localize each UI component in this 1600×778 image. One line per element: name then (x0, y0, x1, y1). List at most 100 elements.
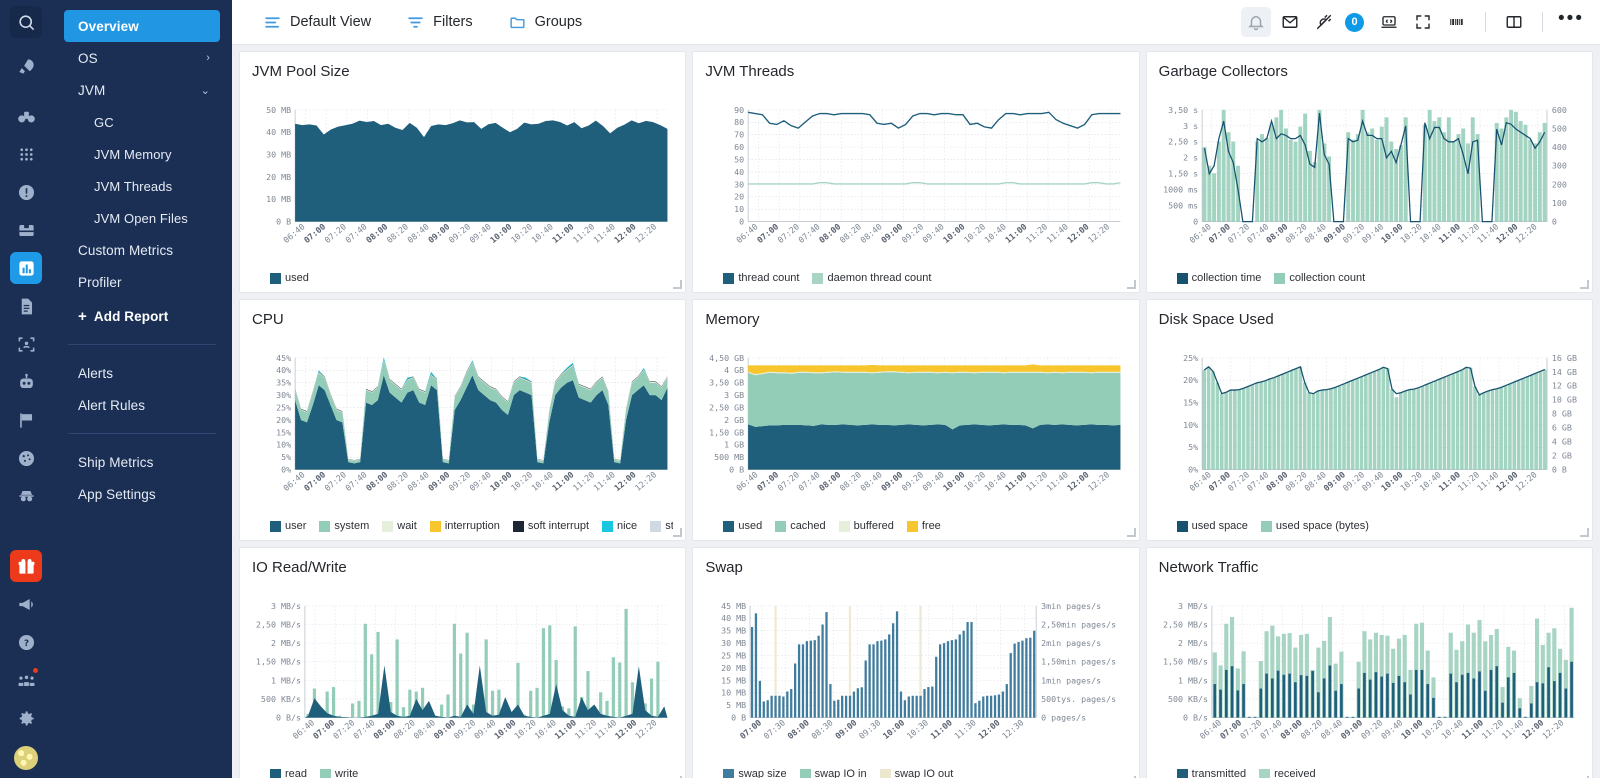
legend-item[interactable]: interruption (429, 520, 500, 532)
panel-resize-handle[interactable] (673, 280, 683, 289)
legend-item[interactable]: nice (602, 520, 637, 532)
legend-item[interactable]: swap IO out (879, 768, 953, 778)
bar-chart-icon[interactable] (10, 252, 42, 284)
barcode-icon[interactable] (1442, 7, 1472, 37)
legend-item[interactable]: wait (382, 520, 417, 532)
panel-disk-space-used[interactable]: Disk Space Used 0% 5% 10% 15% 20% 25% 0 B 2 GB 4 … (1145, 299, 1593, 541)
panel-resize-handle[interactable] (1126, 528, 1136, 537)
split-layout-icon[interactable] (1499, 7, 1529, 37)
legend-item[interactable]: cached (775, 520, 826, 532)
sidebar-item-custom-metrics[interactable]: Custom Metrics (64, 234, 220, 266)
legend-item[interactable]: used (723, 520, 762, 532)
panel-garbage-collectors[interactable]: Garbage Collectors 0 500 ms 1000 ms 1,50 s 2 … (1145, 51, 1593, 293)
legend-swatch (320, 768, 332, 778)
svg-text:12:00: 12:00 (1520, 717, 1546, 741)
legend-item[interactable]: used (270, 272, 309, 284)
binoculars-icon[interactable] (10, 100, 42, 132)
megaphone-icon[interactable] (10, 588, 42, 620)
default-view-button[interactable]: Default View (254, 10, 381, 35)
flag-icon[interactable] (10, 404, 42, 436)
chart-plot-area[interactable]: 0 B/s 500 KB/s 1 MB/s 1,50 MB/s 2 MB/s 2,50 M… (252, 580, 673, 767)
incognito-icon[interactable] (10, 480, 42, 512)
sidebar-item-os[interactable]: OS › (64, 42, 220, 74)
inbox-icon[interactable] (10, 214, 42, 246)
add-report-button[interactable]: + Add Report (64, 300, 220, 332)
panel-network-traffic[interactable]: Network Traffic 0 B/s 500 KB/s 1 MB/s 1,50 M… (1145, 547, 1593, 778)
sidebar-item-app-settings[interactable]: App Settings (64, 478, 220, 510)
legend-swatch (906, 520, 918, 532)
robot-icon[interactable] (10, 366, 42, 398)
legend-item[interactable]: user (270, 520, 306, 532)
legend-item[interactable]: swap IO in (799, 768, 867, 778)
search-icon[interactable] (10, 6, 42, 38)
document-icon[interactable] (10, 290, 42, 322)
chart-plot-area[interactable]: 0 B 5 MB 10 MB 15 MB 20 MB 25 MB 30 MB 35 MB 40 … (705, 580, 1126, 767)
notification-badge[interactable]: 0 (1345, 12, 1364, 32)
chart-plot-area[interactable]: 0 B/s 500 KB/s 1 MB/s 1,50 MB/s 2 MB/s 2,50 M… (1159, 580, 1580, 767)
chart-plot-area[interactable]: 0 10 20 30 40 50 60 70 80 90 06:40 07:00 07:20 07:40 0… (705, 84, 1126, 271)
face-scan-icon[interactable] (10, 328, 42, 360)
sidebar-item-jvm-memory[interactable]: JVM Memory (64, 138, 220, 170)
panel-swap[interactable]: Swap 0 B 5 MB 10 MB 15 MB 20 MB 25 MB 30 MB 35 M… (692, 547, 1140, 778)
legend-item[interactable]: system (319, 520, 369, 532)
legend-item[interactable]: free (906, 520, 941, 532)
panel-resize-handle[interactable] (1126, 280, 1136, 289)
panel-resize-handle[interactable] (1580, 280, 1589, 289)
panel-resize-handle[interactable] (673, 528, 683, 537)
panel-jvm-threads[interactable]: JVM Threads 0 10 20 30 40 50 60 70 80 90 06:40 07:00… (692, 51, 1140, 293)
sidebar-item-alerts[interactable]: Alerts (64, 357, 220, 389)
fullscreen-icon[interactable] (1408, 7, 1438, 37)
legend-item[interactable]: used space (1176, 520, 1248, 532)
globe-icon[interactable] (10, 442, 42, 474)
legend-swatch (879, 768, 891, 778)
gift-icon[interactable] (10, 550, 42, 582)
legend-item[interactable]: swap size (723, 768, 787, 778)
alert-circle-icon[interactable] (10, 176, 42, 208)
legend-item[interactable]: soft interrupt (512, 520, 589, 532)
panel-resize-handle[interactable] (1580, 528, 1589, 537)
plug-disconnected-icon[interactable] (1309, 7, 1339, 37)
legend-item[interactable]: write (320, 768, 358, 778)
chart-plot-area[interactable]: 0 B 10 MB 20 MB 30 MB 40 MB 50 MB 06:40 07:00 07… (252, 84, 673, 271)
groups-button[interactable]: Groups (499, 10, 593, 35)
sidebar-item-ship-metrics[interactable]: Ship Metrics (64, 446, 220, 478)
bell-icon[interactable] (1241, 7, 1271, 37)
settings-gear-icon[interactable] (10, 702, 42, 734)
svg-text:35 MB: 35 MB (721, 626, 746, 636)
rocket-icon[interactable] (10, 50, 42, 82)
laptop-code-icon[interactable] (1374, 7, 1404, 37)
sidebar-item-overview[interactable]: Overview (64, 10, 220, 42)
sidebar-item-alert-rules[interactable]: Alert Rules (64, 389, 220, 421)
chart-plot-area[interactable]: 0% 5% 10% 15% 20% 25% 30% 35% 40% 45% 06:40 07:00 07… (252, 332, 673, 519)
help-circle-icon[interactable]: ? (10, 626, 42, 658)
legend-item[interactable]: buffered (838, 520, 894, 532)
grid-apps-icon[interactable] (10, 138, 42, 170)
legend-item[interactable]: collection count (1274, 272, 1365, 284)
sidebar-item-profiler[interactable]: Profiler (64, 266, 220, 298)
filters-button[interactable]: Filters (397, 10, 482, 35)
more-options-button[interactable]: ••• (1556, 7, 1586, 37)
user-avatar[interactable] (14, 746, 38, 770)
panel-cpu[interactable]: CPU 0% 5% 10% 15% 20% 25% 30% 35% 40% 45% 06:40 07:0… (239, 299, 687, 541)
legend-item[interactable]: received (1259, 768, 1316, 778)
community-icon[interactable] (10, 664, 42, 696)
chart-plot-area[interactable]: 0% 5% 10% 15% 20% 25% 0 B 2 GB 4 GB 6 GB 8 GB 10 GB… (1159, 332, 1580, 519)
envelope-icon[interactable] (1275, 7, 1305, 37)
sidebar-item-jvm-threads[interactable]: JVM Threads (64, 170, 220, 202)
sidebar-item-jvm-open-files[interactable]: JVM Open Files (64, 202, 220, 234)
legend-item[interactable]: thread count (723, 272, 799, 284)
sidebar-item-label: Ship Metrics (78, 454, 154, 470)
sidebar-item-gc[interactable]: GC (64, 106, 220, 138)
panel-memory[interactable]: Memory 0 B 500 MB 1 GB 1,50 GB 2 GB 2,50 GB 3 G… (692, 299, 1140, 541)
legend-item[interactable]: daemon thread count (812, 272, 931, 284)
legend-item[interactable]: read (270, 768, 307, 778)
legend-item[interactable]: transmitted (1176, 768, 1246, 778)
chart-plot-area[interactable]: 0 B 500 MB 1 GB 1,50 GB 2 GB 2,50 GB 3 GB 3,50 … (705, 332, 1126, 519)
legend-item[interactable]: used space (bytes) (1260, 520, 1369, 532)
legend-item[interactable]: collection time (1176, 272, 1261, 284)
panel-jvm-pool-size[interactable]: JVM Pool Size 0 B 10 MB 20 MB 30 MB 40 MB 50 M… (239, 51, 687, 293)
chart-plot-area[interactable]: 0 500 ms 1000 ms 1,50 s 2 s 2,50 s 3 s 3,50 s 0 1… (1159, 84, 1580, 271)
legend-item[interactable]: steal (650, 520, 673, 532)
sidebar-item-jvm[interactable]: JVM ⌄ (64, 74, 220, 106)
panel-io-read-write[interactable]: IO Read/Write 0 B/s 500 KB/s 1 MB/s 1,50 MB/… (239, 547, 687, 778)
